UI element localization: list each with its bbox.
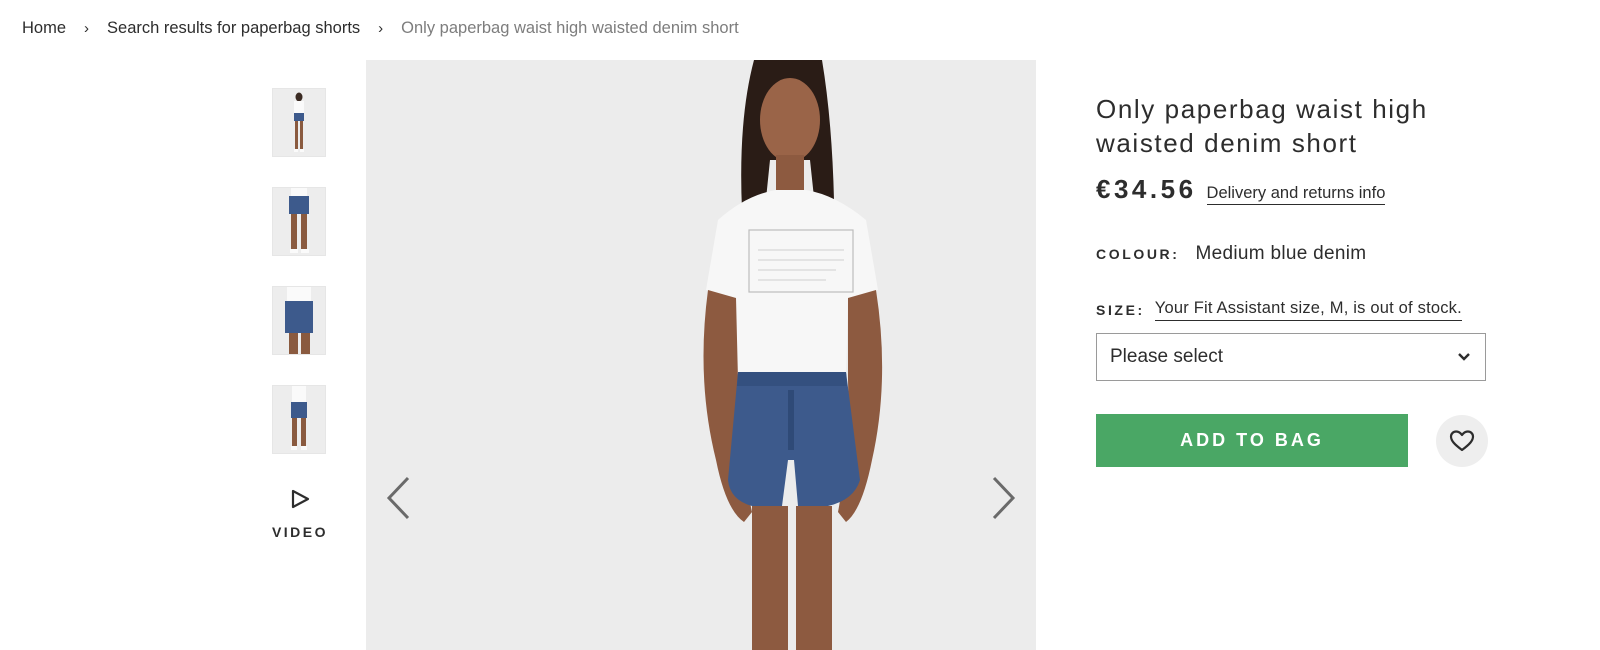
price-row: €34.56 Delivery and returns info <box>1096 174 1491 205</box>
video-button[interactable]: VIDEO <box>270 488 330 542</box>
next-image-button[interactable] <box>990 475 1018 526</box>
breadcrumb-search-results[interactable]: Search results for paperbag shorts <box>107 19 360 38</box>
colour-label: COLOUR: <box>1096 246 1180 262</box>
cta-row: ADD TO BAG <box>1096 414 1491 467</box>
size-select-value: Please select <box>1110 346 1224 367</box>
thumbnail-product-front[interactable] <box>272 88 326 157</box>
breadcrumb-current: Only paperbag waist high waisted denim s… <box>401 18 739 37</box>
delivery-returns-link[interactable]: Delivery and returns info <box>1206 184 1386 205</box>
chevron-left-icon <box>386 476 410 520</box>
previous-image-button[interactable] <box>384 475 412 526</box>
thumbnail-product-back[interactable] <box>272 187 326 256</box>
chevron-down-icon <box>1458 353 1470 361</box>
model-thumbnail-image <box>273 287 325 354</box>
main-product-image <box>366 60 1036 650</box>
add-to-bag-button[interactable]: ADD TO BAG <box>1096 414 1408 467</box>
colour-row: COLOUR: Medium blue denim <box>1096 243 1491 265</box>
thumbnail-product-side[interactable] <box>272 286 326 355</box>
model-thumbnail-image <box>273 386 325 453</box>
model-thumbnail-image <box>273 89 325 156</box>
size-select[interactable]: Please select <box>1096 333 1486 381</box>
save-for-later-button[interactable] <box>1436 414 1488 467</box>
play-icon <box>291 489 310 509</box>
fit-assistant-link[interactable]: Your Fit Assistant size, M, is out of st… <box>1154 299 1462 321</box>
size-row: SIZE: Your Fit Assistant size, M, is out… <box>1096 299 1491 321</box>
thumbnail-product-detail[interactable] <box>272 385 326 454</box>
colour-value: Medium blue denim <box>1195 243 1367 264</box>
breadcrumb: Home › Search results for paperbag short… <box>22 16 739 40</box>
thumbnail-list <box>272 88 327 484</box>
breadcrumb-separator: › <box>378 19 384 37</box>
video-label: VIDEO <box>271 524 329 540</box>
size-label: SIZE: <box>1096 302 1145 318</box>
product-title: Only paperbag waist high waisted denim s… <box>1096 94 1428 158</box>
product-price: €34.56 <box>1096 174 1197 204</box>
model-thumbnail-image <box>273 188 325 255</box>
product-info: Only paperbag waist high waisted denim s… <box>1096 92 1491 467</box>
breadcrumb-separator: › <box>84 19 90 37</box>
breadcrumb-home[interactable]: Home <box>22 19 66 38</box>
chevron-right-icon <box>992 476 1016 520</box>
model-image <box>366 60 1036 650</box>
heart-icon <box>1449 429 1475 451</box>
